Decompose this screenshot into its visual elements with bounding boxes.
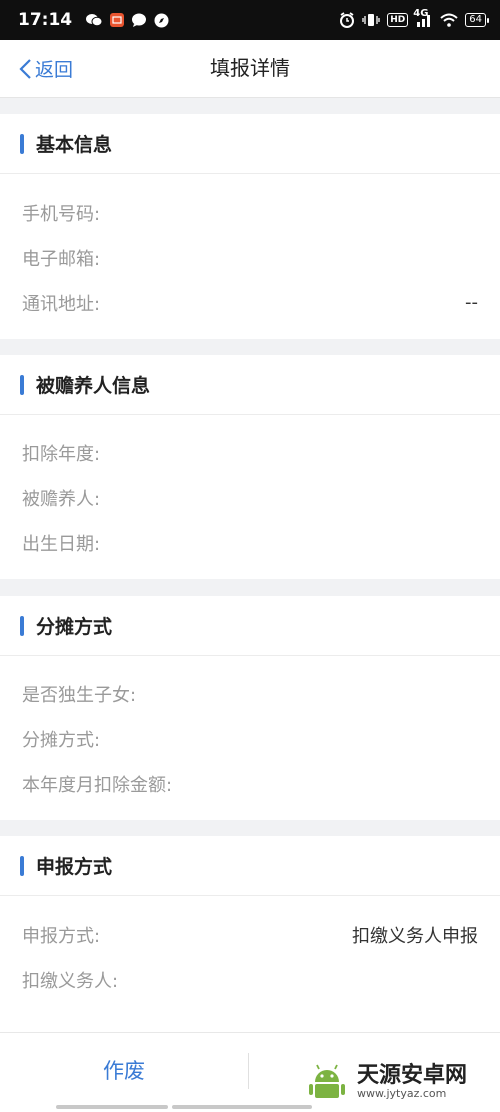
field-row-only-child: 是否独生子女: xyxy=(0,671,500,716)
alarm-icon xyxy=(339,12,355,28)
field-row-email: 电子邮箱: xyxy=(0,235,500,280)
gesture-bar-left xyxy=(56,1105,168,1109)
battery-icon: 64 xyxy=(465,13,489,27)
section-dependent-info: 被赡养人信息 扣除年度: 被赡养人: 出生日期: xyxy=(0,355,500,579)
hd-voice-indicator: HD xyxy=(387,13,409,27)
section-title: 基本信息 xyxy=(36,134,113,156)
field-label: 申报方式: xyxy=(22,925,101,947)
page-title: 填报详情 xyxy=(210,56,290,80)
field-row-deduction-year: 扣除年度: xyxy=(0,430,500,475)
field-label: 手机号码: xyxy=(22,203,101,225)
field-row-allocation: 分摊方式: xyxy=(0,716,500,761)
void-button[interactable]: 作废 xyxy=(0,1033,248,1107)
field-label: 扣缴义务人: xyxy=(22,970,119,992)
section-accent-bar xyxy=(20,615,24,636)
field-row-withholding-agent: 扣缴义务人: xyxy=(0,957,500,1002)
section-title: 申报方式 xyxy=(36,856,113,878)
section-title: 分摊方式 xyxy=(36,616,113,638)
field-label: 本年度月扣除金额: xyxy=(22,774,173,796)
wechat-icon xyxy=(85,13,103,27)
status-time: 17:14 xyxy=(18,10,73,30)
field-label: 被赡养人: xyxy=(22,488,101,510)
field-label: 是否独生子女: xyxy=(22,684,137,706)
android-logo-icon xyxy=(309,1064,345,1098)
section-title: 被赡养人信息 xyxy=(36,375,151,397)
signal-icon: 4G xyxy=(413,9,433,27)
nav-bar: 返回 填报详情 xyxy=(0,40,500,98)
section-accent-bar xyxy=(20,374,24,395)
wifi-icon xyxy=(440,13,458,27)
section-header: 分摊方式 xyxy=(0,596,500,656)
watermark: 天源安卓网 www.jytyaz.com xyxy=(305,1057,467,1107)
watermark-url: www.jytyaz.com xyxy=(357,1087,447,1100)
compass-icon xyxy=(154,13,169,28)
field-row-birth-date: 出生日期: xyxy=(0,520,500,565)
section-accent-bar xyxy=(20,133,24,154)
field-label: 扣除年度: xyxy=(22,443,101,465)
field-row-filing-method: 申报方式: 扣缴义务人申报 xyxy=(0,912,500,957)
field-label: 电子邮箱: xyxy=(22,248,101,270)
status-bar: 17:14 HD 4G 64 xyxy=(0,0,500,40)
section-header: 申报方式 xyxy=(0,836,500,896)
watermark-text: 天源安卓网 www.jytyaz.com xyxy=(357,1064,467,1100)
field-value: -- xyxy=(465,292,478,313)
status-bar-left: 17:14 xyxy=(18,10,169,30)
section-basic-info: 基本信息 手机号码: 电子邮箱: 通讯地址: -- xyxy=(0,114,500,339)
section-header: 基本信息 xyxy=(0,114,500,174)
chat-bubble-icon xyxy=(131,13,147,28)
field-row-address: 通讯地址: -- xyxy=(0,280,500,325)
network-type-label: 4G xyxy=(413,8,429,19)
section-allocation-method: 分摊方式 是否独生子女: 分摊方式: 本年度月扣除金额: xyxy=(0,596,500,820)
field-label: 分摊方式: xyxy=(22,729,101,751)
section-filing-method: 申报方式 申报方式: 扣缴义务人申报 扣缴义务人: xyxy=(0,836,500,1032)
watermark-name: 天源安卓网 xyxy=(357,1063,468,1088)
bottom-divider xyxy=(248,1053,249,1089)
gesture-bar-right xyxy=(172,1105,312,1109)
field-label: 出生日期: xyxy=(22,533,101,555)
status-bar-right: HD 4G 64 xyxy=(339,9,489,28)
field-row-dependent: 被赡养人: xyxy=(0,475,500,520)
section-accent-bar xyxy=(20,855,24,876)
field-label: 通讯地址: xyxy=(22,293,101,315)
field-value: 扣缴义务人申报 xyxy=(352,925,478,947)
field-row-phone: 手机号码: xyxy=(0,190,500,235)
app-notification-icon xyxy=(110,13,125,27)
bottom-action-bar: 作废 天源安卓网 www.jytyaz.com xyxy=(0,1032,500,1112)
vibrate-icon xyxy=(362,13,380,27)
field-row-monthly-deduction: 本年度月扣除金额: xyxy=(0,761,500,806)
section-header: 被赡养人信息 xyxy=(0,355,500,415)
